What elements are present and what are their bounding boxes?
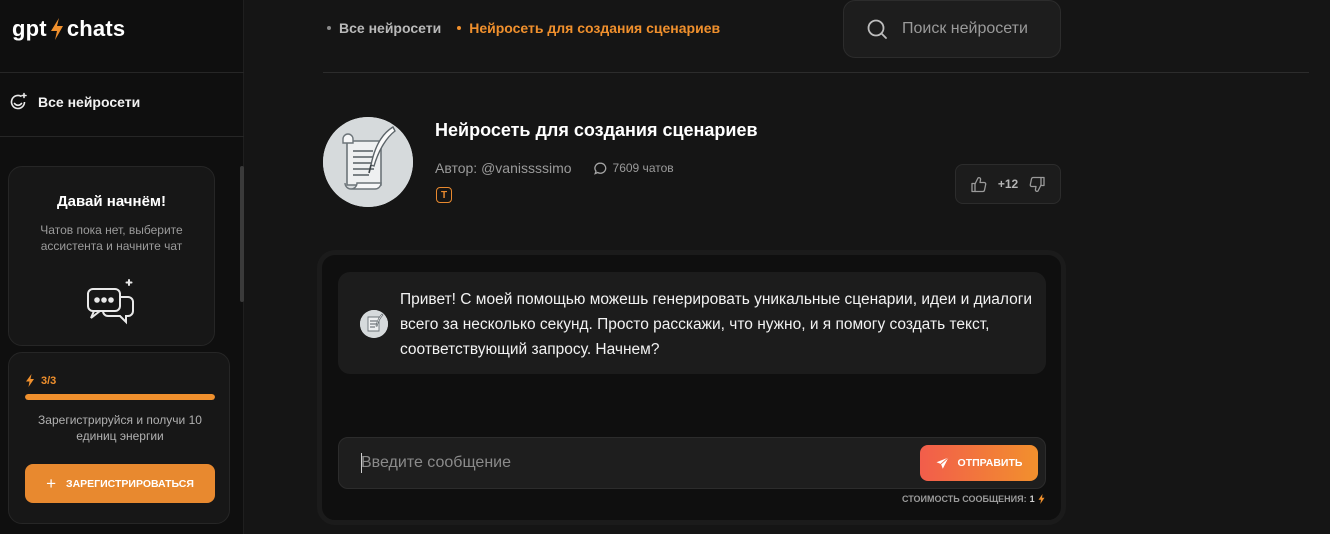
empty-chats-card: Давай начнём! Чатов пока нет, выберите а… (8, 166, 215, 346)
logo-text-right: chats (66, 16, 126, 41)
sidebar-item-all-networks[interactable]: Все нейросети (8, 92, 140, 112)
sidebar-scrollbar[interactable] (240, 166, 244, 302)
bot-author[interactable]: Автор: @vanissssimo (435, 160, 572, 176)
energy-progress-bar (25, 394, 215, 400)
thumbs-down-icon[interactable] (1029, 176, 1046, 193)
page-title: Нейросеть для создания сценариев (435, 120, 758, 140)
search-input[interactable]: Поиск нейросети (843, 0, 1061, 58)
scroll-quill-icon (360, 310, 388, 338)
bot-meta: Автор: @vanissssimo 7609 чатов (435, 160, 674, 176)
chat-count: 7609 чатов (593, 161, 674, 175)
plus-icon: + (46, 474, 56, 493)
empty-chats-text: Чатов пока нет, выберите ассистента и на… (40, 223, 183, 253)
chat-count-label: 7609 чатов (612, 161, 674, 175)
breadcrumb-item-all[interactable]: Все нейросети (327, 20, 441, 36)
message-text: Привет! С моей помощью можешь генерирова… (400, 291, 1033, 358)
message-avatar (360, 310, 388, 338)
search-placeholder: Поиск нейросети (902, 20, 1028, 37)
energy-card: 3/3 Зарегистрируйся и получи 10 единиц э… (8, 352, 230, 524)
bot-avatar (323, 117, 413, 207)
sparkle-chat-icon (10, 92, 27, 110)
chat-panel: Привет! С моей помощью можешь генерирова… (317, 250, 1066, 525)
text-caret (361, 453, 362, 473)
sidebar-divider (0, 72, 244, 73)
register-button-label: ЗАРЕГИСТРИРОВАТЬСЯ (66, 477, 194, 490)
bullet-icon (327, 26, 331, 30)
search-icon (867, 19, 887, 39)
text-model-badge: T (436, 187, 452, 203)
rating-value: +12 (997, 177, 1019, 191)
breadcrumb: Все нейросети Нейросеть для создания сце… (327, 20, 736, 36)
message-input[interactable] (361, 450, 901, 476)
comment-icon (593, 162, 606, 175)
breadcrumb-item-current[interactable]: Нейросеть для создания сценариев (457, 20, 720, 36)
empty-chats-title: Давай начнём! (56, 193, 166, 210)
scroll-quill-icon (323, 117, 413, 207)
bolt-icon (26, 374, 34, 387)
send-button-label: ОТПРАВИТЬ (957, 457, 1023, 469)
sidebar-item-label: Все нейросети (38, 94, 141, 110)
send-button[interactable]: ОТПРАВИТЬ (920, 445, 1038, 481)
logo-text-left: gpt (12, 16, 47, 41)
message-cost: СТОИМОСТЬ СООБЩЕНИЯ: 1 (902, 494, 1045, 504)
send-plane-icon (936, 456, 949, 469)
energy-progress-fill (25, 394, 215, 400)
bolt-icon (1038, 494, 1045, 504)
chat-bubbles-icon (87, 279, 134, 325)
sidebar-divider (0, 136, 244, 137)
breadcrumb-label: Нейросеть для создания сценариев (469, 20, 721, 36)
bot-message: Привет! С моей помощью можешь генерирова… (338, 272, 1046, 374)
sidebar: gpt chats Все нейросети Давай начнём! Ча… (0, 0, 244, 534)
breadcrumb-label: Все нейросети (339, 20, 442, 36)
energy-count: 3/3 (41, 374, 57, 387)
message-cost-value: 1 (1029, 494, 1035, 504)
rating-widget: +12 (955, 164, 1061, 204)
thumbs-up-icon[interactable] (970, 176, 987, 193)
register-button[interactable]: + ЗАРЕГИСТРИРОВАТЬСЯ (25, 464, 215, 503)
energy-counter: 3/3 (25, 374, 56, 387)
bullet-icon (457, 26, 462, 30)
logo[interactable]: gpt chats (12, 16, 125, 42)
header-divider (323, 72, 1309, 73)
energy-promo-text: Зарегистрируйся и получи 10 единиц энерг… (38, 413, 202, 443)
message-cost-label: СТОИМОСТЬ СООБЩЕНИЯ: (902, 494, 1027, 504)
bolt-icon (50, 18, 63, 40)
message-input-box: ОТПРАВИТЬ (338, 437, 1046, 489)
